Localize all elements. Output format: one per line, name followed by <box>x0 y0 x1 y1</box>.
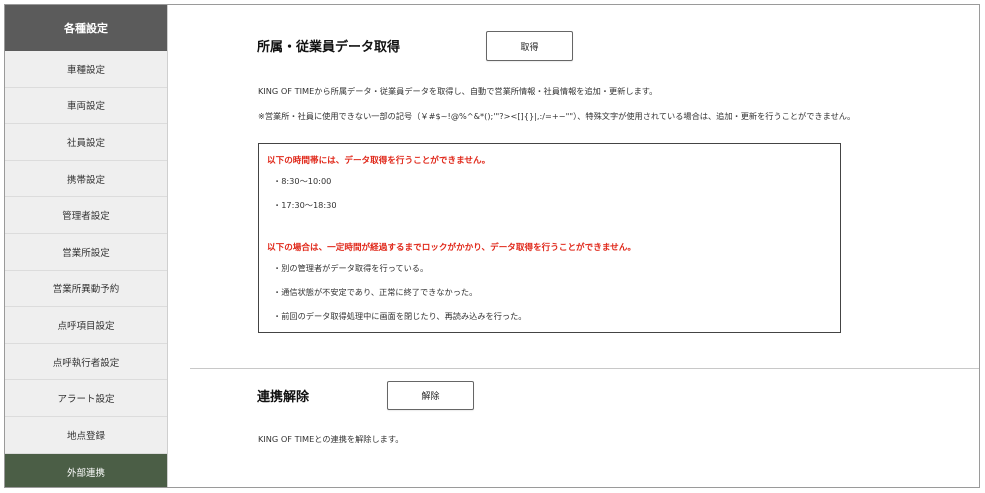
app-frame: 各種設定 車種設定 車両設定 社員設定 携帯設定 管理者設定 営業所設定 営業所… <box>4 4 980 488</box>
notice-time-item: ・17:30〜18:30 <box>273 200 337 210</box>
fetch-button[interactable]: 取得 <box>486 31 573 61</box>
notice-time-item: ・8:30〜10:00 <box>273 176 332 186</box>
release-description: KING OF TIMEとの連携を解除します。 <box>258 434 404 444</box>
sidebar-item-mobile[interactable]: 携帯設定 <box>5 161 167 198</box>
notice-lock-reason: ・別の管理者がデータ取得を行っている。 <box>273 263 429 273</box>
notice-lock-reason: ・通信状態が不安定であり、正常に終了できなかった。 <box>273 287 478 297</box>
notice-lock-heading: 以下の場合は、一定時間が経過するまでロックがかかり、データ取得を行うことができま… <box>267 243 636 253</box>
sidebar-item-employee[interactable]: 社員設定 <box>5 124 167 161</box>
sidebar-item-location[interactable]: 地点登録 <box>5 417 167 454</box>
section-divider <box>190 368 979 369</box>
sidebar-header: 各種設定 <box>5 5 167 51</box>
sidebar: 各種設定 車種設定 車両設定 社員設定 携帯設定 管理者設定 営業所設定 営業所… <box>5 5 168 487</box>
sidebar-item-vehicle[interactable]: 車両設定 <box>5 88 167 125</box>
fetch-section-title: 所属・従業員データ取得 <box>257 40 401 55</box>
release-button[interactable]: 解除 <box>387 381 474 410</box>
fetch-notice-box: 以下の時間帯には、データ取得を行うことができません。 ・8:30〜10:00 ・… <box>258 143 841 333</box>
sidebar-item-admin[interactable]: 管理者設定 <box>5 197 167 234</box>
release-section-title: 連携解除 <box>257 390 310 405</box>
sidebar-item-alert[interactable]: アラート設定 <box>5 380 167 417</box>
fetch-warning: ※営業所・社員に使用できない一部の記号（￥#$~!@%^&*();'"?><[]… <box>258 111 856 121</box>
sidebar-item-vehicle-type[interactable]: 車種設定 <box>5 51 167 88</box>
main-content: 所属・従業員データ取得 取得 KING OF TIMEから所属データ・従業員デー… <box>168 5 979 487</box>
sidebar-item-office[interactable]: 営業所設定 <box>5 234 167 271</box>
sidebar-item-office-transfer[interactable]: 営業所異動予約 <box>5 271 167 308</box>
sidebar-item-rollcall-executor[interactable]: 点呼執行者設定 <box>5 344 167 381</box>
sidebar-item-rollcall-items[interactable]: 点呼項目設定 <box>5 307 167 344</box>
notice-lock-reason: ・前回のデータ取得処理中に画面を閉じたり、再読み込みを行った。 <box>273 311 527 321</box>
sidebar-item-external[interactable]: 外部連携 <box>5 453 167 487</box>
fetch-description: KING OF TIMEから所属データ・従業員データを取得し、自動で営業所情報・… <box>258 86 658 96</box>
notice-time-heading: 以下の時間帯には、データ取得を行うことができません。 <box>267 156 491 166</box>
